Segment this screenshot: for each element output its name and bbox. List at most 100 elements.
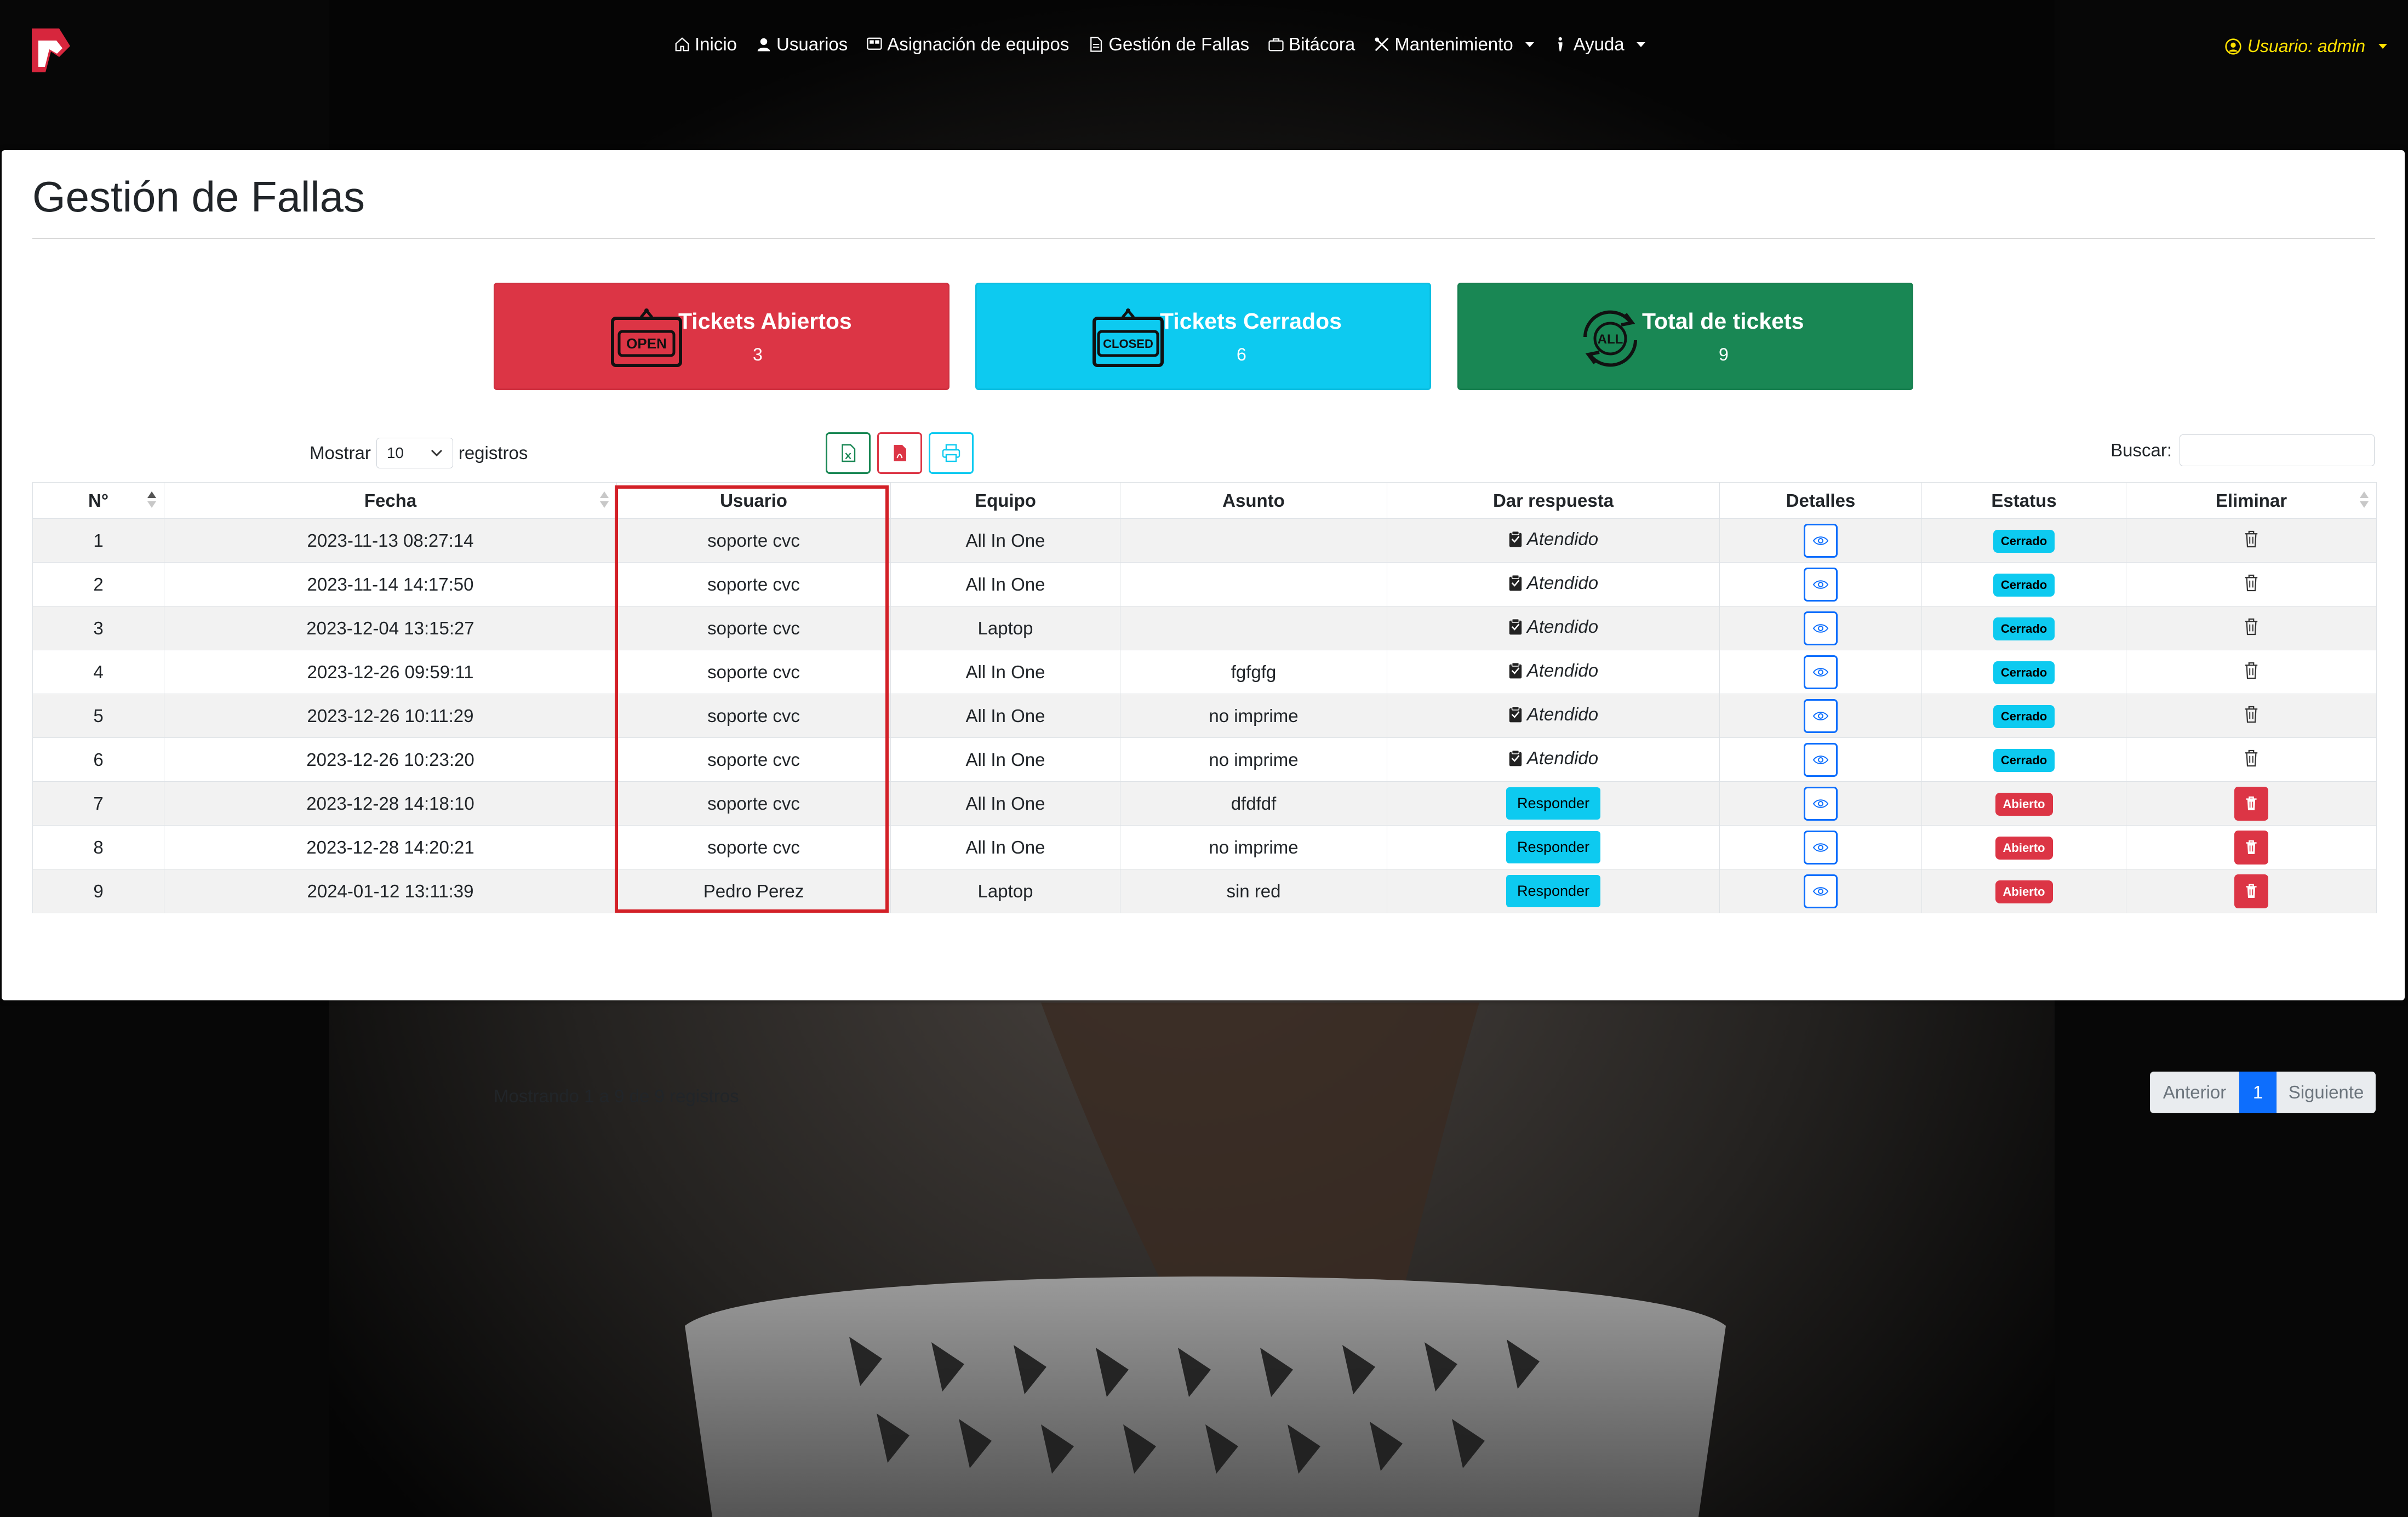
details-button[interactable] (1804, 830, 1838, 865)
column-header-estatus[interactable]: Estatus (1921, 482, 2126, 519)
cell-usuario: soporte cvc (616, 606, 891, 650)
atendido-label: Atendido (1508, 616, 1598, 637)
nav-item-ayuda[interactable]: Ayuda (1553, 34, 1645, 55)
column-header-detalles[interactable]: Detalles (1719, 482, 1922, 519)
nav-label: Ayuda (1573, 34, 1625, 54)
page-length-select[interactable]: 10 (376, 438, 453, 468)
cell-equipo: Laptop (890, 606, 1120, 650)
nav-item-mantenimiento[interactable]: Mantenimiento (1374, 34, 1534, 55)
details-button[interactable] (1804, 786, 1838, 821)
nav-item-asignacion-equipos[interactable]: Asignación de equipos (866, 34, 1069, 55)
cell-usuario: soporte cvc (616, 781, 891, 826)
column-header-eliminar[interactable]: Eliminar (2126, 482, 2377, 519)
tools-icon (1375, 37, 1389, 51)
all-refresh-icon: ALL (1583, 310, 1637, 367)
export-pdf-button[interactable] (877, 432, 922, 474)
export-buttons (826, 432, 974, 474)
home-icon (675, 37, 689, 51)
help-icon (1558, 37, 1563, 51)
show-label: Mostrar (310, 443, 371, 463)
stat-total-tickets[interactable]: ALL Total de tickets 9 (1457, 283, 1913, 390)
delete-button[interactable] (2241, 572, 2261, 594)
nav-item-inicio[interactable]: Inicio (674, 34, 737, 55)
cell-detalles (1719, 562, 1922, 606)
column-header-usuario[interactable]: Usuario (616, 482, 891, 519)
responder-button[interactable]: Responder (1506, 787, 1601, 820)
user-label: Usuario: admin (2247, 36, 2365, 56)
eye-icon (1812, 667, 1829, 677)
details-button[interactable] (1804, 523, 1838, 558)
pagination-next[interactable]: Siguiente (2277, 1072, 2376, 1113)
details-button[interactable] (1804, 655, 1838, 689)
atendido-label: Atendido (1508, 529, 1598, 549)
nav-label: Asignación de equipos (887, 34, 1069, 54)
cell-n: 8 (32, 825, 164, 869)
stat-count: 3 (753, 345, 763, 364)
page-title: Gestión de Fallas (32, 173, 365, 221)
cell-eliminar (2126, 650, 2377, 694)
print-button[interactable] (929, 432, 974, 474)
details-button[interactable] (1804, 742, 1838, 777)
nav-item-usuarios[interactable]: Usuarios (756, 34, 848, 55)
top-navbar: Inicio Usuarios Asignación de equipos Ge… (0, 0, 2408, 104)
printer-icon (942, 444, 960, 462)
search-input[interactable] (2180, 434, 2375, 466)
search-label: Buscar: (2110, 440, 2172, 460)
briefcase-icon (1268, 38, 1284, 51)
details-button[interactable] (1804, 611, 1838, 645)
delete-button[interactable] (2234, 874, 2268, 908)
details-button[interactable] (1804, 699, 1838, 733)
pagination-page-1[interactable]: 1 (2239, 1072, 2277, 1113)
cell-dar-respuesta: Atendido (1387, 606, 1720, 650)
user-menu[interactable]: Usuario: admin (2224, 36, 2387, 56)
trash-icon (2245, 574, 2258, 592)
cell-dar-respuesta: Responder (1387, 869, 1720, 913)
closed-sign-icon: CLOSED (1093, 308, 1164, 367)
column-header-asunto[interactable]: Asunto (1120, 482, 1387, 519)
brand-logo-icon[interactable] (26, 24, 73, 77)
trash-icon (2245, 706, 2258, 723)
column-header-fecha[interactable]: Fecha (164, 482, 617, 519)
cell-asunto: fgfgfg (1120, 650, 1387, 694)
delete-button[interactable] (2241, 703, 2261, 725)
stat-tickets-abiertos[interactable]: OPEN Tickets Abiertos 3 (494, 283, 950, 390)
status-badge: Cerrado (1993, 529, 2055, 553)
details-button[interactable] (1804, 874, 1838, 908)
cell-n: 4 (32, 650, 164, 694)
cell-equipo: Laptop (890, 869, 1120, 913)
table-row: 7 2023-12-28 14:18:10 soporte cvc All In On… (32, 781, 2377, 826)
details-button[interactable] (1804, 567, 1838, 602)
column-header-n[interactable]: N° (32, 482, 164, 519)
stat-tickets-cerrados[interactable]: CLOSED Tickets Cerrados 6 (975, 283, 1431, 390)
pagination-previous[interactable]: Anterior (2150, 1072, 2239, 1113)
delete-button[interactable] (2234, 786, 2268, 821)
cell-dar-respuesta: Atendido (1387, 562, 1720, 606)
delete-button[interactable] (2241, 747, 2261, 769)
delete-button[interactable] (2241, 616, 2261, 638)
sort-icon (147, 491, 156, 509)
nav-item-gestion-fallas[interactable]: Gestión de Fallas (1088, 34, 1249, 55)
responder-button[interactable]: Responder (1506, 831, 1601, 863)
cell-fecha: 2023-11-14 14:17:50 (164, 562, 617, 606)
export-excel-button[interactable] (826, 432, 871, 474)
column-header-dar-respuesta[interactable]: Dar respuesta (1387, 482, 1720, 519)
eye-icon (1812, 711, 1829, 720)
column-header-equipo[interactable]: Equipo (890, 482, 1120, 519)
nav-item-bitacora[interactable]: Bitácora (1268, 34, 1355, 55)
nav-label: Usuarios (776, 34, 848, 54)
cell-detalles (1719, 606, 1922, 650)
eye-icon (1812, 580, 1829, 589)
header-label: Usuario (720, 490, 787, 511)
pagination: Anterior 1 Siguiente (2150, 1072, 2376, 1113)
delete-button[interactable] (2241, 660, 2261, 682)
delete-button[interactable] (2234, 830, 2268, 865)
clipboard-icon (1509, 530, 1522, 547)
cell-asunto: no imprime (1120, 737, 1387, 782)
responder-button[interactable]: Responder (1506, 875, 1601, 907)
pdf-file-icon (894, 445, 906, 461)
main-nav: Inicio Usuarios Asignación de equipos Ge… (674, 34, 1645, 55)
cell-eliminar (2126, 781, 2377, 826)
atendido-label: Atendido (1508, 573, 1598, 593)
delete-button[interactable] (2241, 528, 2261, 550)
cell-dar-respuesta: Atendido (1387, 694, 1720, 738)
